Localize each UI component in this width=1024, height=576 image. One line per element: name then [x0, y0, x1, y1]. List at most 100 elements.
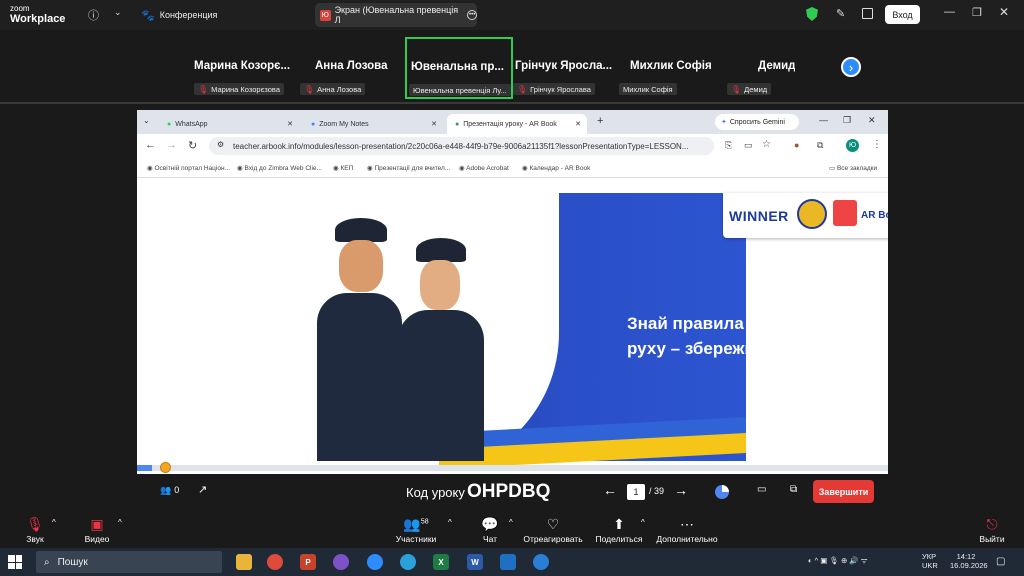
site-info-icon: ⚙ [217, 140, 225, 149]
back-icon[interactable]: ← [145, 139, 156, 151]
react-button[interactable]: ♡ Отреагировать [521, 516, 585, 544]
bookmark-item[interactable]: ◉ Освітній портал Націон... [147, 164, 230, 172]
extensions-icon[interactable]: ⧉ [817, 140, 823, 151]
cast-icon[interactable]: ⧉ [790, 484, 797, 495]
more-icon[interactable]: ••• [467, 10, 478, 20]
trend-icon[interactable]: ↗ [198, 483, 207, 496]
share-button[interactable]: ⬆ Поделиться [594, 516, 644, 544]
video-button[interactable]: ▣ Видео [80, 516, 114, 544]
audio-button[interactable]: 🎙 Звук [20, 516, 50, 544]
zoom-icon: ● [311, 120, 316, 128]
bookmark-item[interactable]: ◉ Календар - AR Book [522, 164, 590, 172]
close-icon[interactable]: ✕ [999, 5, 1009, 19]
word-icon[interactable]: W [467, 554, 483, 570]
extension-icon[interactable]: ● [794, 140, 799, 150]
participants-button[interactable]: 👥58 Участники [393, 516, 439, 544]
gemini-button[interactable]: ✦ Спросить Gemini [715, 114, 799, 130]
language-indicator[interactable]: УКР UKR [922, 552, 938, 570]
mic-muted-icon: 🎙 [304, 84, 315, 94]
browser-tab-active[interactable]: ● Презентація уроку - AR Book ✕ [447, 114, 587, 134]
bookmark-item[interactable]: ◉ КЕП [333, 164, 353, 172]
cast-icon[interactable]: ▭ [744, 140, 753, 151]
slide-title: Знай правила дорожнього руху – збережи с… [627, 314, 853, 358]
prev-slide-icon[interactable]: ← [603, 482, 617, 498]
notifications-icon[interactable]: ▢ [996, 556, 1005, 567]
leave-icon: ⎋ [986, 516, 998, 532]
windows-taskbar: ⌕ Пошук P X W ◐ ^ ▣ 🎙 ⊕ 🔊 ᯤ УКР UKR 14:12 1… [0, 548, 1024, 576]
tray-icons[interactable]: ◐ ^ ▣ 🎙 ⊕ 🔊 ᯤ [808, 556, 868, 566]
participant-label: Ювенальна превенція Лу... [409, 84, 511, 96]
all-bookmarks[interactable]: ▭ Все закладки [829, 164, 877, 172]
new-tab-icon[interactable]: + [597, 115, 603, 127]
bookmark-star-icon[interactable]: ☆ [762, 139, 771, 150]
restore-icon[interactable]: ❐ [843, 115, 851, 126]
page-input[interactable]: 1 [627, 484, 645, 500]
file-explorer-icon[interactable] [236, 554, 252, 570]
leave-button[interactable]: ⎋ Выйти [976, 516, 1008, 544]
finish-button[interactable]: Завершити [813, 480, 874, 503]
apps-icon[interactable] [862, 8, 873, 19]
chevron-down-icon[interactable]: ⌄ [114, 7, 122, 18]
next-slide-icon[interactable]: → [674, 482, 688, 498]
telegram-icon[interactable] [400, 554, 416, 570]
url-field[interactable]: ⚙ teacher.arbook.info/modules/lesson-pres… [209, 137, 714, 155]
restore-icon[interactable]: ❐ [972, 6, 982, 19]
taskbar-search[interactable]: ⌕ Пошук [36, 551, 222, 573]
viewers-count[interactable]: 👥 0 [160, 485, 179, 496]
excel-icon[interactable]: X [433, 554, 449, 570]
minimize-icon[interactable]: — [819, 115, 828, 125]
shield-icon[interactable] [806, 7, 818, 21]
participant-label: Михлик Софія [619, 83, 677, 95]
share-options-icon[interactable]: ^ [641, 518, 645, 527]
participant-label: 🎙 Анна Лозова [300, 83, 366, 95]
menu-icon[interactable]: ⋮ [872, 139, 882, 150]
tab-conference[interactable]: 🐾 Конференция [141, 6, 217, 24]
chat-button[interactable]: 💬 Чат [476, 516, 504, 544]
profile-avatar[interactable]: Ю [846, 139, 859, 152]
tab-screen-badge: Ю [320, 9, 331, 21]
chrome-icon[interactable] [267, 554, 283, 570]
bookmark-item[interactable]: ◉ Adobe Acrobat [459, 164, 509, 172]
screen-icon[interactable]: ▭ [757, 484, 766, 495]
divider [0, 102, 1024, 104]
close-icon[interactable]: ✕ [868, 115, 876, 126]
minimize-icon[interactable]: — [944, 6, 955, 18]
arbook-icon: ● [455, 120, 460, 128]
browser-tab[interactable]: ● WhatsApp ✕ [159, 114, 299, 134]
app-logo-top: zoom [10, 4, 30, 13]
browser-tab[interactable]: ● Zoom My Notes ✕ [303, 114, 443, 134]
slide-progress-track[interactable] [137, 462, 888, 473]
more-button[interactable]: ⋯ Дополнительно [656, 516, 718, 544]
bookmarks-bar: ◉ Освітній портал Націон... ◉ Вхід до Zi… [137, 158, 888, 178]
audio-options-icon[interactable]: ^ [52, 518, 56, 527]
powerpoint-icon[interactable]: P [300, 554, 316, 570]
clock[interactable]: 14:12 16.09.2026 [950, 552, 988, 570]
active-speaker-frame[interactable]: Ювенальна пр... Ювенальна превенція Лу..… [405, 37, 513, 99]
more-icon: ⋯ [680, 516, 694, 532]
outlook-icon[interactable] [500, 554, 516, 570]
slide-progress-knob[interactable] [160, 462, 172, 473]
chat-options-icon[interactable]: ^ [509, 518, 513, 527]
next-participants-button[interactable]: › [841, 57, 861, 77]
presentation-slide: Знай правила дорожнього руху – збережи с… [137, 181, 888, 473]
viber-icon[interactable] [333, 554, 349, 570]
bookmark-item[interactable]: ◉ Презентації для вчител... [367, 164, 450, 172]
translate-icon[interactable]: ⎘ [725, 140, 732, 151]
login-button[interactable]: Вход [885, 5, 920, 24]
timer-icon[interactable] [715, 485, 729, 499]
tab-screen[interactable]: Ю Экран (Ювенальна превенція Л ••• [315, 3, 478, 27]
zoom-icon[interactable] [367, 554, 383, 570]
teamviewer-icon[interactable] [533, 554, 549, 570]
windows-start-icon[interactable] [8, 555, 22, 569]
participant-name: Марина Козорє... [194, 60, 291, 72]
participant-label: 🎙 Грінчук Ярослава [513, 83, 595, 95]
reload-icon[interactable]: ↻ [188, 139, 197, 152]
bookmark-item[interactable]: ◉ Вхід до Zimbra Web Clie... [237, 164, 322, 172]
pen-icon[interactable]: ✎ [836, 7, 845, 20]
forward-icon[interactable]: → [166, 139, 177, 151]
participants-options-icon[interactable]: ^ [448, 518, 452, 527]
info-icon[interactable]: ⓘ [88, 7, 99, 23]
mic-muted-icon: 🎙 [198, 84, 209, 94]
video-options-icon[interactable]: ^ [118, 518, 122, 527]
tab-list-icon[interactable]: ⌄ [143, 116, 150, 125]
